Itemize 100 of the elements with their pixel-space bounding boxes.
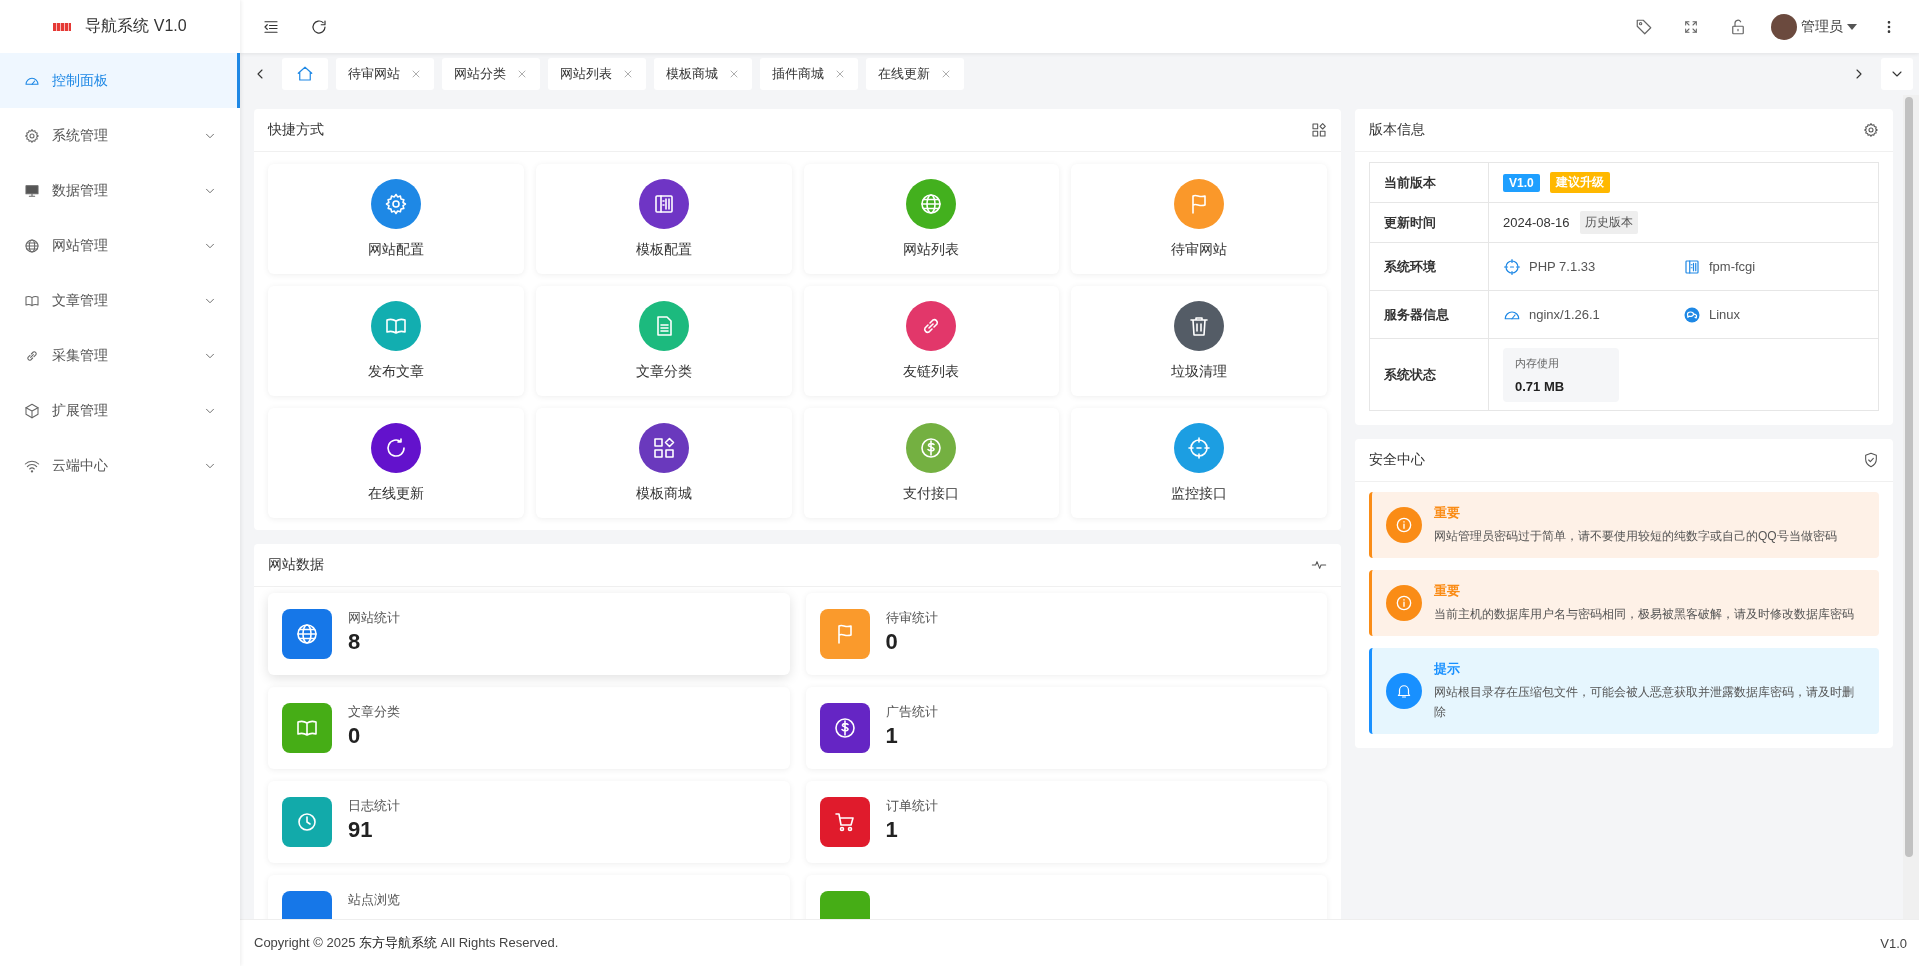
footer-version: V1.0: [1880, 935, 1907, 951]
sidebar-item[interactable]: 数据管理: [0, 163, 240, 218]
version-badge: V1.0: [1503, 173, 1540, 192]
cube-icon: [24, 402, 40, 419]
page-tab[interactable]: 模板商城: [654, 58, 752, 90]
sidebar-item[interactable]: 文章管理: [0, 273, 240, 328]
monitor-icon: [24, 182, 40, 199]
version-badge: 建议升级: [1549, 172, 1610, 193]
shortcut-tile[interactable]: 垃圾清理: [1071, 286, 1327, 396]
env-value: PHP 7.1.33: [1529, 259, 1596, 274]
close-icon: [410, 68, 422, 80]
alert-text: 网站管理员密码过于简单，请不要使用较短的纯数字或自己的QQ号当做密码: [1434, 528, 1837, 545]
cart-icon: [832, 810, 857, 834]
env-value: nginx/1.26.1: [1529, 307, 1600, 322]
page-tab[interactable]: 插件商城: [760, 58, 858, 90]
home-tab[interactable]: [282, 58, 328, 90]
shortcut-tile[interactable]: 支付接口: [803, 408, 1060, 518]
sidebar-item[interactable]: 采集管理: [0, 328, 240, 383]
shortcut-tile[interactable]: 网站配置: [268, 164, 524, 274]
scrollbar[interactable]: [1903, 95, 1919, 919]
shortcut-tile[interactable]: 模板配置: [535, 164, 792, 274]
close-icon: [622, 68, 634, 80]
shield-icon: [1863, 452, 1879, 468]
chat-icon: [1683, 305, 1701, 324]
card-title: 网站数据: [268, 556, 324, 574]
alert-title: 重要: [1434, 582, 1461, 600]
sidebar-item[interactable]: 控制面板: [0, 53, 240, 108]
close-icon: [516, 68, 528, 80]
shortcut-tile[interactable]: 网站列表: [803, 164, 1060, 274]
alert-title: 提示: [1434, 660, 1461, 678]
page-tab[interactable]: 网站分类: [442, 58, 540, 90]
stat-label: 广告统计: [885, 703, 938, 721]
page-tab[interactable]: 网站列表: [548, 58, 646, 90]
alert-text: 当前主机的数据库用户名与密码相同，极易被黑客破解，请及时修改数据库密码: [1434, 606, 1854, 623]
app-title: 导航系统 V1.0: [85, 16, 187, 36]
card-title: 安全中心: [1369, 451, 1425, 469]
info-shape: [1394, 593, 1414, 613]
alert-text: 网站根目录存在压缩包文件，可能会被人恶意获取并泄露数据库密码，请及时删除: [1434, 684, 1855, 721]
stat-label: 订单统计: [885, 797, 938, 815]
update-date: 2024-08-16: [1503, 215, 1570, 230]
history-tag[interactable]: 历史版本: [1579, 211, 1638, 234]
bell-shape: [1395, 682, 1413, 700]
home-icon: [296, 65, 314, 83]
stat-value: 1: [885, 722, 899, 750]
columns-icon: [1683, 257, 1701, 276]
info-label: 系统状态: [1384, 366, 1436, 382]
info-label: 当前版本: [1384, 174, 1436, 190]
stat-value: 1: [885, 816, 899, 844]
stat-value: 0: [885, 628, 899, 656]
sidebar-item[interactable]: 系统管理: [0, 108, 240, 163]
sidebar-item[interactable]: 云端中心: [0, 438, 240, 493]
dollar-icon: [919, 436, 944, 460]
env-value: fpm-fcgi: [1709, 259, 1756, 274]
caret-icon: [1847, 23, 1857, 30]
stat-label: 网站统计: [348, 609, 400, 627]
shortcut-tile[interactable]: 监控接口: [1071, 408, 1327, 518]
shortcut-tile[interactable]: 友链列表: [803, 286, 1060, 396]
user-menu[interactable]: 管理员: [1771, 13, 1857, 40]
close-icon: [728, 68, 740, 80]
refresh-icon: [310, 17, 328, 36]
page-tab[interactable]: 在线更新: [866, 58, 964, 90]
globe-icon: [24, 237, 40, 254]
gear-icon: [1863, 122, 1879, 138]
shortcut-tile[interactable]: 待审网站: [1071, 164, 1327, 274]
tag-icon: [1635, 17, 1653, 36]
page-tab[interactable]: 待审网站: [336, 58, 434, 90]
stat-value: 91: [348, 816, 374, 844]
crosshair-icon: [1187, 436, 1212, 460]
gear-icon: [383, 192, 408, 216]
fullscreen-icon: [1683, 18, 1699, 35]
crosshair-icon: [1503, 257, 1521, 276]
alert-title: 重要: [1434, 504, 1461, 522]
close-icon: [834, 68, 846, 80]
stat-value: 0: [348, 722, 362, 750]
logo-icon: [53, 22, 72, 31]
sidebar-item[interactable]: 扩展管理: [0, 383, 240, 438]
shortcut-tile[interactable]: 文章分类: [535, 286, 792, 396]
tabs-dropdown-button[interactable]: [1881, 58, 1913, 90]
avatar: [1771, 13, 1797, 40]
grid-icon: [651, 436, 676, 460]
card-title: 快捷方式: [268, 121, 324, 139]
close-icon: [940, 68, 952, 80]
grid-icon: [1311, 122, 1327, 138]
info-shape: [1394, 515, 1414, 535]
clock-icon: [295, 810, 319, 834]
globe-icon: [919, 192, 944, 216]
shortcut-tile[interactable]: 在线更新: [268, 408, 524, 518]
dollar-icon: [832, 716, 857, 740]
copyright-text: Copyright © 2025 东方导航系统 All Rights Reserved.: [254, 934, 559, 952]
sidebar-item[interactable]: 网站管理: [0, 218, 240, 273]
stat-label: 待审统计: [885, 609, 938, 627]
shortcut-tile[interactable]: 模板商城: [535, 408, 792, 518]
memory-stat: 内存使用 0.71 MB: [1503, 347, 1619, 402]
shortcut-tile[interactable]: 发布文章: [268, 286, 524, 396]
stat-label: 文章分类: [348, 703, 400, 721]
globe-icon: [295, 622, 319, 646]
info-label: 更新时间: [1384, 214, 1436, 230]
info-label: 服务器信息: [1384, 306, 1449, 322]
gear-icon: [24, 127, 40, 144]
env-value: Linux: [1709, 307, 1741, 322]
